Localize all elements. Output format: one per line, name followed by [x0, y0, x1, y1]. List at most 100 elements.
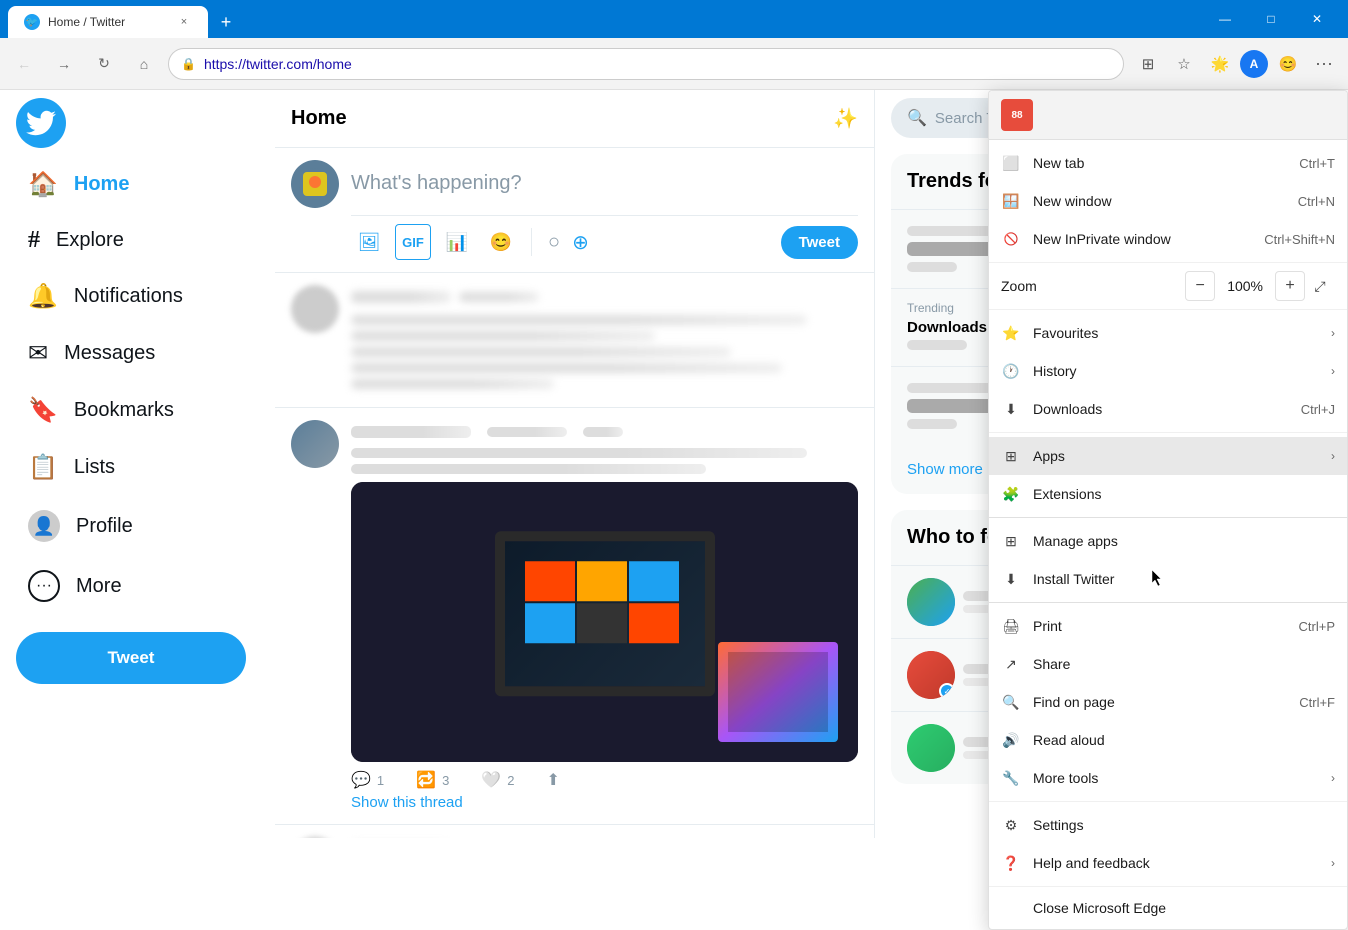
inprivate-label: New InPrivate window	[1033, 231, 1252, 247]
poll-icon[interactable]: 📊	[439, 224, 475, 260]
reply-action[interactable]: 💬 1	[351, 770, 384, 790]
gif-icon[interactable]: GIF	[395, 224, 431, 260]
menu-item-new-tab[interactable]: ⬜ New tab Ctrl+T	[989, 144, 1347, 182]
tweet-button[interactable]: Tweet	[16, 632, 246, 684]
sidebar-item-bookmarks[interactable]: 🔖 Bookmarks	[12, 384, 263, 437]
help-label: Help and feedback	[1033, 855, 1319, 871]
share-menu-icon: ↗	[1001, 654, 1021, 674]
menu-item-more-tools[interactable]: 🔧 More tools ›	[989, 759, 1347, 797]
show-thread-link[interactable]: Show this thread	[351, 794, 463, 811]
star-icon[interactable]: ☆	[1168, 48, 1200, 80]
new-tab-button[interactable]: +	[212, 8, 240, 36]
zoom-expand-button[interactable]: ⤢	[1305, 271, 1335, 301]
menu-section-zoom: Zoom − 100% + ⤢	[989, 263, 1347, 310]
emoji-compose-icon[interactable]: 😊	[483, 224, 519, 260]
sidebar-item-explore[interactable]: # Explore	[12, 215, 263, 266]
downloads-menu-icon: ⬇	[1001, 399, 1021, 419]
home-button[interactable]: ⌂	[128, 48, 160, 80]
close-window-button[interactable]: ✕	[1294, 0, 1340, 38]
find-menu-icon: 🔍	[1001, 692, 1021, 712]
favourites-menu-icon: ⭐	[1001, 323, 1021, 343]
tweet-card-2: 💬 1 🔁 3 🤍 2 ⬆ Show this thread	[275, 408, 874, 825]
sidebar-item-notifications[interactable]: 🔔 Notifications	[12, 270, 263, 323]
sparkle-icon[interactable]: ✨	[833, 106, 858, 131]
menu-item-share[interactable]: ↗ Share	[989, 645, 1347, 683]
menu-section-manage-install: ⊞ Manage apps ⬇ Install Twitter	[989, 518, 1347, 603]
apps-arrow: ›	[1331, 449, 1335, 463]
menu-item-history[interactable]: 🕐 History ›	[989, 352, 1347, 390]
emoji-icon[interactable]: 😊	[1272, 48, 1304, 80]
share-action[interactable]: ⬆	[546, 770, 559, 790]
help-menu-icon: ❓	[1001, 853, 1021, 873]
settings-label: Settings	[1033, 817, 1335, 833]
menu-item-read-aloud[interactable]: 🔊 Read aloud	[989, 721, 1347, 759]
sidebar-item-profile[interactable]: 👤 Profile	[12, 498, 263, 554]
menu-item-close-edge[interactable]: Close Microsoft Edge	[989, 891, 1347, 925]
browser-menu-button[interactable]: ···	[1308, 48, 1340, 80]
menu-section-apps: ⊞ Apps › 🧩 Extensions	[989, 433, 1347, 518]
tab-close-button[interactable]: ×	[176, 14, 192, 30]
menu-item-inprivate[interactable]: 🚫 New InPrivate window Ctrl+Shift+N	[989, 220, 1347, 258]
compose-input[interactable]: What's happening? 🖼 GIF 📊 😊 ○ ⊕ Tweet	[351, 160, 858, 260]
menu-section-close: Close Microsoft Edge	[989, 887, 1347, 929]
active-tab[interactable]: 🐦 Home / Twitter ×	[8, 6, 208, 38]
more-tools-icon: 🔧	[1001, 768, 1021, 788]
menu-item-install-twitter[interactable]: ⬇ Install Twitter	[989, 560, 1347, 598]
notifications-icon: 🔔	[28, 282, 58, 311]
refresh-button[interactable]: ↻	[88, 48, 120, 80]
find-label: Find on page	[1033, 694, 1287, 710]
retweet-icon: 🔁	[416, 770, 436, 790]
url-bar[interactable]: 🔒 https://twitter.com/home	[168, 48, 1124, 80]
menu-item-find[interactable]: 🔍 Find on page Ctrl+F	[989, 683, 1347, 721]
menu-section-system: ⚙ Settings ❓ Help and feedback ›	[989, 802, 1347, 887]
menu-extension-header: 88	[989, 91, 1347, 140]
history-arrow: ›	[1331, 364, 1335, 378]
menu-item-print[interactable]: 🖨 Print Ctrl+P	[989, 607, 1347, 645]
sidebar-item-messages-label: Messages	[64, 342, 155, 365]
minimize-button[interactable]: —	[1202, 0, 1248, 38]
compose-divider	[531, 228, 532, 256]
install-twitter-label: Install Twitter	[1033, 571, 1335, 587]
print-shortcut: Ctrl+P	[1299, 619, 1335, 634]
like-count: 2	[507, 773, 514, 788]
sidebar-item-lists[interactable]: 📋 Lists	[12, 441, 263, 494]
back-button[interactable]: ←	[8, 48, 40, 80]
new-tab-label: New tab	[1033, 155, 1287, 171]
sidebar-item-messages[interactable]: ✉ Messages	[12, 327, 263, 380]
new-tab-shortcut: Ctrl+T	[1299, 156, 1335, 171]
sidebar-icon[interactable]: ⊞	[1132, 48, 1164, 80]
close-edge-label: Close Microsoft Edge	[1001, 900, 1335, 916]
maximize-button[interactable]: □	[1248, 0, 1294, 38]
image-upload-icon[interactable]: 🖼	[351, 224, 387, 260]
inprivate-shortcut: Ctrl+Shift+N	[1264, 232, 1335, 247]
menu-item-downloads[interactable]: ⬇ Downloads Ctrl+J	[989, 390, 1347, 428]
menu-item-help[interactable]: ❓ Help and feedback ›	[989, 844, 1347, 882]
new-window-shortcut: Ctrl+N	[1298, 194, 1335, 209]
retweet-count: 3	[442, 773, 449, 788]
menu-item-new-window[interactable]: 🪟 New window Ctrl+N	[989, 182, 1347, 220]
menu-item-apps[interactable]: ⊞ Apps ›	[989, 437, 1347, 475]
search-icon: 🔍	[907, 108, 927, 128]
like-action[interactable]: 🤍 2	[481, 770, 514, 790]
menu-item-extensions[interactable]: 🧩 Extensions	[989, 475, 1347, 513]
apps-menu-icon: ⊞	[1001, 446, 1021, 466]
sidebar-item-more[interactable]: ··· More	[12, 558, 263, 614]
zoom-minus-button[interactable]: −	[1185, 271, 1215, 301]
menu-item-favourites[interactable]: ⭐ Favourites ›	[989, 314, 1347, 352]
forward-button[interactable]: →	[48, 48, 80, 80]
menu-item-manage-apps[interactable]: ⊞ Manage apps	[989, 522, 1347, 560]
compose-tweet-button[interactable]: Tweet	[781, 226, 858, 259]
zoom-plus-button[interactable]: +	[1275, 271, 1305, 301]
sidebar-item-home[interactable]: 🏠 Home	[12, 158, 263, 211]
favorites-icon[interactable]: 🌟	[1204, 48, 1236, 80]
retweet-action[interactable]: 🔁 3	[416, 770, 449, 790]
install-twitter-icon: ⬇	[1001, 569, 1021, 589]
twitter-logo[interactable]	[16, 98, 66, 148]
print-menu-icon: 🖨	[1001, 616, 1021, 636]
manage-apps-label: Manage apps	[1033, 533, 1335, 549]
profile-avatar[interactable]: A	[1240, 50, 1268, 78]
menu-item-settings[interactable]: ⚙ Settings	[989, 806, 1347, 844]
extensions-label: Extensions	[1033, 486, 1335, 502]
add-icon[interactable]: ⊕	[572, 230, 589, 255]
more-tools-label: More tools	[1033, 770, 1319, 786]
